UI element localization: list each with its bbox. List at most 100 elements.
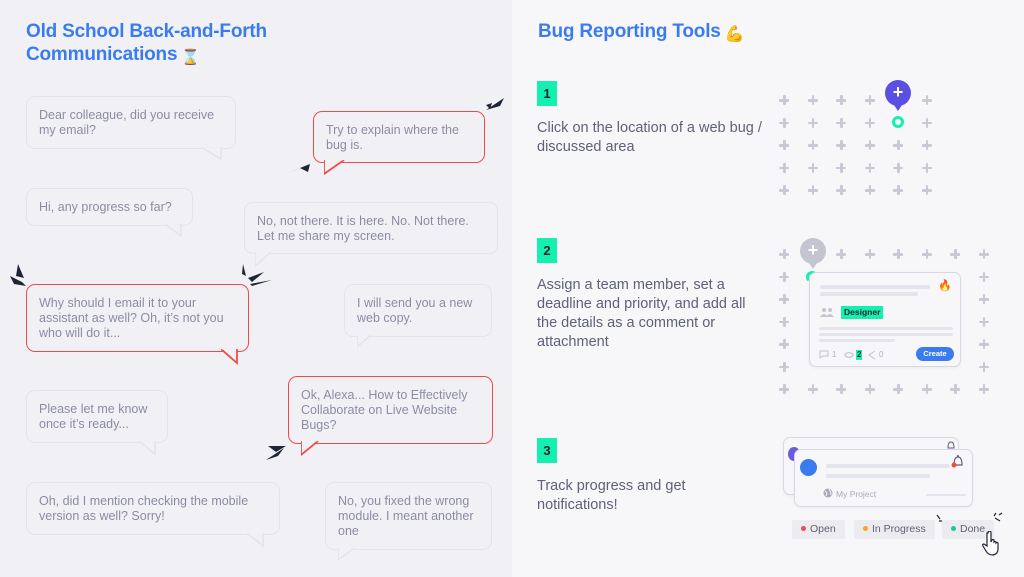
grid-plus-icon <box>836 162 846 173</box>
grid-plus-icon <box>836 384 846 394</box>
burst-mark-icon <box>266 446 286 460</box>
grid-plus-icon <box>921 140 932 150</box>
grid-plus-icon <box>978 384 989 394</box>
globe-icon <box>823 488 833 498</box>
grid-plus-icon <box>836 95 846 105</box>
bell-icon[interactable] <box>951 454 965 468</box>
step-3-text: Track progress and get notifications! <box>537 478 686 513</box>
task-card: 🔥 Designer 1 2 0 Create <box>809 272 961 367</box>
step-2-badge: 2 <box>537 238 557 263</box>
bubble-tail <box>201 147 222 161</box>
status-dot <box>801 526 806 531</box>
grid-plus-icon <box>779 249 789 259</box>
grid-plus-icon <box>921 162 932 173</box>
placeholder-line <box>926 494 966 496</box>
placeholder-line <box>820 285 930 289</box>
step-3-badge: 3 <box>537 438 557 463</box>
chat-bubble: I will send you a new web copy. <box>344 284 492 348</box>
bubble-tail <box>357 335 372 348</box>
grid-plus-icon <box>978 271 989 282</box>
grid-plus-icon <box>921 185 932 195</box>
bug-reporting-panel: Bug Reporting Tools 💪 1 Click on the loca… <box>512 0 1024 577</box>
left-heading-line1: Old School Back-and-Forth <box>26 21 267 42</box>
placeholder-line <box>820 292 918 296</box>
create-button[interactable]: Create <box>916 347 954 361</box>
grid-plus-icon <box>779 294 789 304</box>
chat-bubble: Hi, any progress so far? <box>26 188 193 238</box>
status-in-progress-button[interactable]: In Progress <box>854 520 935 539</box>
attachments-count: 2 <box>856 350 863 360</box>
grid-plus-icon <box>864 162 875 173</box>
grid-plus-icon <box>779 271 789 282</box>
grid-plus-icon <box>893 249 903 259</box>
location-pin-icon[interactable]: + <box>885 80 911 111</box>
grid-plus-icon <box>864 185 875 195</box>
grid-plus-icon <box>807 140 818 150</box>
share-icon[interactable] <box>867 350 877 360</box>
grid-plus-icon <box>864 249 875 259</box>
burst-mark-icon <box>242 264 272 286</box>
grid-plus-icon <box>807 162 818 173</box>
grid-plus-icon <box>779 185 789 195</box>
chat-bubble: Please let me know once it’s ready... <box>26 390 168 456</box>
grid-plus-icon <box>978 316 989 327</box>
grid-plus-icon <box>978 294 989 304</box>
chat-bubble: No, not there. It is here. No. Not there… <box>244 202 498 267</box>
status-dot <box>863 526 868 531</box>
bubble-tail <box>301 441 319 457</box>
grid-plus-icon <box>779 384 789 394</box>
attachment-icon[interactable] <box>844 352 854 358</box>
grid-plus-icon <box>893 140 903 150</box>
placeholder-line <box>826 464 950 468</box>
grid-plus-icon <box>807 95 818 105</box>
grid-plus-icon <box>893 384 903 394</box>
grid-plus-icon <box>921 249 932 259</box>
grid-plus-icon <box>950 249 960 259</box>
placeholder-line <box>819 333 953 336</box>
grid-plus-icon <box>864 117 875 128</box>
burst-mark-icon <box>286 164 310 174</box>
status-open-button[interactable]: Open <box>792 520 845 539</box>
grid-plus-icon <box>779 316 789 327</box>
notification-card[interactable]: My Project <box>794 449 973 507</box>
burst-mark-icon <box>10 264 26 286</box>
grid-plus-icon <box>779 140 789 150</box>
project-label: My Project <box>836 489 877 499</box>
shares-count: 0 <box>879 350 884 359</box>
grid-plus-icon <box>921 95 932 105</box>
placeholder-line <box>819 327 953 330</box>
grid-plus-icon <box>779 361 789 372</box>
chat-bubble-highlight: Ok, Alexa... How to Effectively Collabor… <box>288 376 493 457</box>
click-spark-icon <box>993 512 1003 522</box>
bubble-tail <box>324 160 345 176</box>
chat-bubble: Dear colleague, did you receive my email… <box>26 96 236 161</box>
hand-cursor-icon <box>982 531 999 556</box>
comment-icon[interactable] <box>819 350 829 359</box>
assignee-tag[interactable]: Designer <box>841 306 884 319</box>
status-dot <box>951 526 956 531</box>
click-spark-icon <box>936 514 942 522</box>
grid-plus-icon <box>921 117 932 128</box>
bubble-tail <box>165 224 182 238</box>
right-heading: Bug Reporting Tools 💪 <box>538 20 745 46</box>
old-school-panel: Old School Back-and-Forth Communications… <box>0 0 512 577</box>
grid-plus-icon <box>978 249 989 259</box>
grid-plus-icon <box>779 95 789 105</box>
burst-mark-icon <box>486 98 504 110</box>
grid-plus-icon <box>836 249 846 259</box>
bubble-tail <box>139 441 156 456</box>
left-heading-line2: Communications <box>26 44 178 65</box>
grid-plus-icon <box>836 140 846 150</box>
avatar <box>800 459 817 476</box>
grid-plus-icon <box>978 339 989 349</box>
grid-plus-icon <box>921 384 932 394</box>
hourglass-icon: ⌛ <box>181 49 200 66</box>
grid-plus-icon <box>836 117 846 128</box>
step-1-badge: 1 <box>537 81 557 106</box>
grid-plus-icon <box>807 117 818 128</box>
fire-priority-icon[interactable]: 🔥 <box>938 279 952 292</box>
grid-plus-icon <box>950 384 960 394</box>
bubble-tail <box>247 533 264 548</box>
grid-plus-icon <box>807 384 818 394</box>
team-icon <box>820 308 834 317</box>
